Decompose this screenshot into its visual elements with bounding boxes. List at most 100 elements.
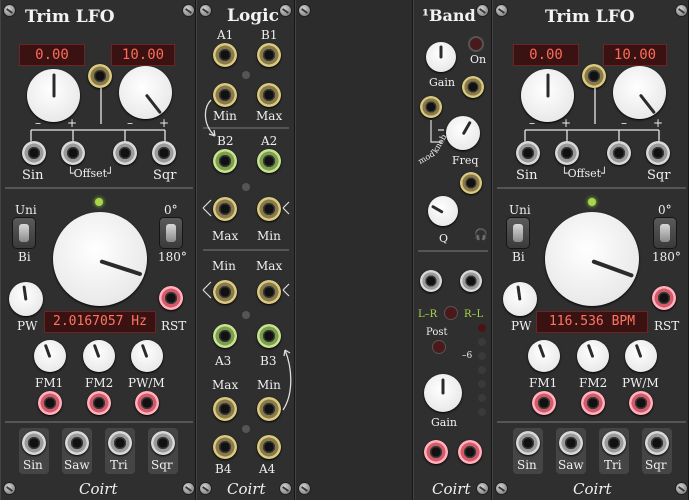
a1-input-jack[interactable] — [213, 43, 237, 67]
uni-bi-switch[interactable] — [507, 218, 529, 248]
screw — [299, 5, 310, 16]
sin-input-jack[interactable] — [22, 141, 46, 165]
b4-label: B4 — [215, 462, 232, 476]
fm1-input-jack[interactable] — [532, 391, 556, 415]
fm1-input-jack[interactable] — [38, 391, 62, 415]
max4-output-jack[interactable] — [213, 397, 237, 421]
fm2-knob[interactable] — [577, 340, 609, 372]
fm1-knob[interactable] — [528, 340, 560, 372]
scale-knob[interactable] — [119, 66, 172, 119]
freq-knob[interactable] — [446, 116, 480, 150]
pwm-input-jack[interactable] — [629, 391, 653, 415]
q-cv-jack[interactable] — [460, 172, 482, 194]
min1-output-jack[interactable] — [213, 83, 237, 107]
module-title: Trim LFO — [545, 7, 635, 27]
b2-input-jack[interactable] — [213, 149, 237, 173]
screw — [496, 483, 507, 494]
right-output-jack[interactable] — [458, 440, 482, 464]
offset-input-jack-2[interactable] — [607, 141, 631, 165]
plus-label: + — [159, 116, 170, 130]
sqr-input-jack[interactable] — [152, 141, 176, 165]
a2-input-jack[interactable] — [257, 149, 281, 173]
on-button[interactable] — [470, 38, 482, 50]
min4-label: Min — [257, 378, 281, 392]
pwm-knob[interactable] — [131, 340, 163, 372]
uni-bi-switch[interactable] — [13, 218, 35, 248]
offset-input-jack-2[interactable] — [113, 141, 137, 165]
sqr-output-jack[interactable] — [151, 431, 175, 455]
output-gain-knob[interactable] — [424, 374, 462, 412]
sin-input-jack[interactable] — [516, 141, 540, 165]
divider — [203, 249, 289, 251]
fm1-label: FM1 — [529, 376, 558, 390]
screw — [4, 483, 15, 494]
screw — [299, 483, 310, 494]
cv-input-jack[interactable] — [582, 64, 606, 88]
gain-cv-jack[interactable] — [462, 76, 484, 98]
fm2-knob[interactable] — [83, 340, 115, 372]
a2-label: A2 — [261, 134, 278, 148]
frequency-knob[interactable] — [545, 212, 639, 306]
offset-input-jack[interactable] — [555, 141, 579, 165]
sin-output-jack[interactable] — [22, 431, 46, 455]
scale-knob[interactable] — [613, 66, 666, 119]
offset-input-jack[interactable] — [61, 141, 85, 165]
right-input-jack[interactable] — [460, 270, 482, 292]
pwm-input-jack[interactable] — [135, 391, 159, 415]
b3-input-jack[interactable] — [257, 324, 281, 348]
offset-knob[interactable] — [521, 69, 574, 122]
tri-output-jack[interactable] — [602, 431, 626, 455]
plus-label: + — [561, 116, 572, 130]
a4-input-jack[interactable] — [257, 435, 281, 459]
tri-output-jack[interactable] — [108, 431, 132, 455]
q-knob[interactable] — [428, 196, 458, 226]
status-led — [242, 425, 250, 433]
left-input-jack[interactable] — [420, 270, 442, 292]
min3-output-jack[interactable] — [213, 280, 237, 304]
a4-label: A4 — [259, 462, 276, 476]
pw-knob[interactable] — [503, 282, 537, 316]
status-led — [95, 198, 103, 206]
gain-knob[interactable] — [426, 42, 456, 72]
b1-input-jack[interactable] — [257, 43, 281, 67]
reset-input-jack[interactable] — [652, 286, 676, 310]
phase-switch[interactable] — [654, 218, 676, 248]
min2-output-jack[interactable] — [257, 197, 281, 221]
reset-input-jack[interactable] — [159, 286, 183, 310]
q-label: Q — [439, 232, 449, 245]
left-output-jack[interactable] — [424, 440, 448, 464]
offset-display: 0.00 — [513, 44, 579, 66]
rst-label: RST — [161, 319, 187, 333]
max3-output-jack[interactable] — [257, 280, 281, 304]
max1-output-jack[interactable] — [257, 83, 281, 107]
logic-module: Logic A1 B1 Min Max B2 A2 Max Min Min Ma… — [196, 0, 295, 500]
sqr-output-jack[interactable] — [645, 431, 669, 455]
saw-output-jack[interactable] — [65, 431, 89, 455]
cv-input-jack[interactable] — [88, 64, 112, 88]
saw-output-jack[interactable] — [559, 431, 583, 455]
pw-knob[interactable] — [9, 282, 43, 316]
pwm-knob[interactable] — [625, 340, 657, 372]
minus6-label: –6 — [462, 351, 473, 361]
divider — [497, 187, 686, 189]
post-button[interactable] — [433, 341, 445, 353]
b4-input-jack[interactable] — [213, 435, 237, 459]
pwm-label: PW/M — [128, 376, 165, 390]
sin-output-jack[interactable] — [516, 431, 540, 455]
fm1-knob[interactable] — [34, 340, 66, 372]
min4-output-jack[interactable] — [257, 397, 281, 421]
a3-input-jack[interactable] — [213, 324, 237, 348]
divider — [203, 127, 289, 129]
phase-switch[interactable] — [160, 218, 182, 248]
offset-knob[interactable] — [27, 69, 80, 122]
tri-out-label: Tri — [110, 458, 128, 472]
fm2-input-jack[interactable] — [581, 391, 605, 415]
max2-output-jack[interactable] — [213, 197, 237, 221]
stereo-mode-button[interactable] — [445, 307, 457, 319]
sqr-input-jack[interactable] — [646, 141, 670, 165]
freq-cv-jack[interactable] — [420, 96, 442, 118]
frequency-knob[interactable] — [53, 212, 147, 306]
meter-led — [478, 408, 486, 416]
divider — [5, 187, 193, 189]
fm2-input-jack[interactable] — [87, 391, 111, 415]
